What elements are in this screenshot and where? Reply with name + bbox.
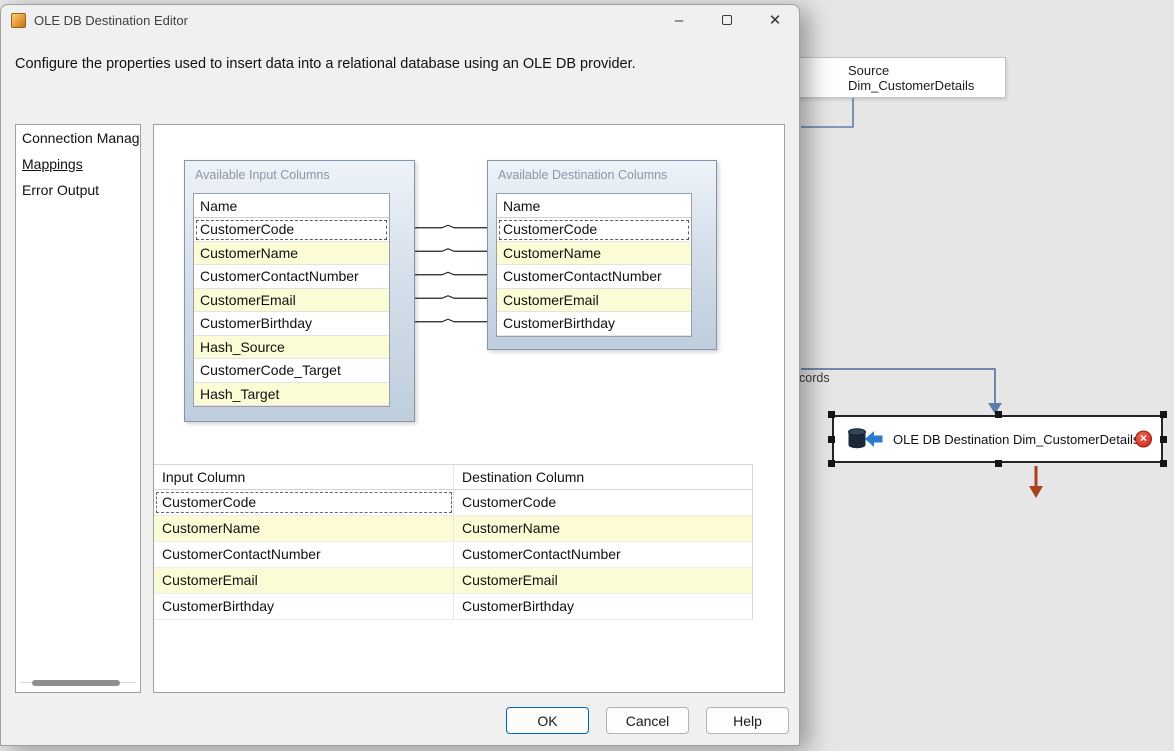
window-controls: – ✕ <box>655 5 799 35</box>
horizontal-scrollbar-thumb[interactable] <box>32 680 120 686</box>
mapping-input-cell[interactable]: CustomerContactNumber <box>154 542 454 567</box>
destination-columns-list: Name CustomerCode CustomerName CustomerC… <box>496 193 692 337</box>
input-column-row[interactable]: CustomerCode_Target <box>194 359 389 383</box>
path-annotation[interactable]: cords <box>799 371 830 385</box>
source-output-path[interactable] <box>801 98 853 127</box>
destination-column-row[interactable]: CustomerContactNumber <box>497 265 691 289</box>
destination-input-path[interactable] <box>801 369 995 404</box>
input-column-row[interactable]: CustomerBirthday <box>194 312 389 336</box>
mapping-row: CustomerEmail CustomerEmail <box>154 568 752 594</box>
input-column-row[interactable]: Hash_Target <box>194 383 389 407</box>
column-header-destination: Destination Column <box>454 465 752 489</box>
mapping-connector-line[interactable] <box>415 272 487 275</box>
mapping-row: CustomerBirthday CustomerBirthday <box>154 594 752 620</box>
source-component[interactable]: Source Dim_CustomerDetails <box>790 57 1006 98</box>
package-icon <box>11 13 26 28</box>
selection-handle[interactable] <box>1160 460 1167 467</box>
page-list: Connection Manage Mappings Error Output <box>15 124 141 693</box>
available-input-columns-title: Available Input Columns <box>185 161 414 182</box>
selection-handle[interactable] <box>995 411 1002 418</box>
destination-column-row[interactable]: CustomerBirthday <box>497 312 691 336</box>
error-icon-glyph: ✕ <box>1140 434 1148 445</box>
cancel-button[interactable]: Cancel <box>606 707 689 734</box>
destination-component[interactable]: OLE DB Destination Dim_CustomerDetails ✕ <box>832 415 1163 463</box>
ole-db-destination-editor-dialog: OLE DB Destination Editor – ✕ Configure … <box>0 4 800 746</box>
mapping-destination-cell[interactable]: CustomerEmail <box>454 568 752 593</box>
mapping-table: Input Column Destination Column Customer… <box>154 464 753 620</box>
mapping-destination-cell[interactable]: CustomerContactNumber <box>454 542 752 567</box>
input-column-row[interactable]: CustomerContactNumber <box>194 265 389 289</box>
mapping-connector-line[interactable] <box>415 319 487 322</box>
maximize-button[interactable] <box>703 5 751 35</box>
selection-handle[interactable] <box>828 411 835 418</box>
mapping-destination-cell[interactable]: CustomerBirthday <box>454 594 752 619</box>
available-destination-columns-title: Available Destination Columns <box>488 161 716 182</box>
mapping-row: CustomerName CustomerName <box>154 516 752 542</box>
mapping-connector-line[interactable] <box>415 296 487 299</box>
sidebar-item-error-output[interactable]: Error Output <box>16 177 140 203</box>
mapping-input-cell[interactable]: CustomerName <box>154 516 454 541</box>
destination-columns-list-header: Name <box>497 194 691 218</box>
selection-handle[interactable] <box>828 436 835 443</box>
selection-handle[interactable] <box>828 460 835 467</box>
close-button[interactable]: ✕ <box>751 5 799 35</box>
destination-column-row[interactable]: CustomerEmail <box>497 289 691 313</box>
input-column-row[interactable]: CustomerEmail <box>194 289 389 313</box>
error-output-arrowhead-icon <box>1029 486 1043 498</box>
mapping-row: CustomerCode CustomerCode <box>154 490 752 516</box>
input-column-row[interactable]: CustomerName <box>194 242 389 266</box>
destination-component-label: OLE DB Destination Dim_CustomerDetails <box>893 432 1139 447</box>
mapping-connector-line[interactable] <box>415 249 487 252</box>
minimize-icon: – <box>675 12 683 29</box>
mapping-connector-line[interactable] <box>415 225 487 228</box>
mapping-destination-cell[interactable]: CustomerName <box>454 516 752 541</box>
mappings-panel: Available Input Columns Name CustomerCod… <box>153 124 785 693</box>
mapping-input-cell[interactable]: CustomerBirthday <box>154 594 454 619</box>
minimize-button[interactable]: – <box>655 5 703 35</box>
input-column-row[interactable]: CustomerCode <box>194 218 389 242</box>
ok-button[interactable]: OK <box>506 707 589 734</box>
selection-handle[interactable] <box>1160 411 1167 418</box>
oledb-destination-icon <box>846 427 884 451</box>
input-columns-list: Name CustomerCode CustomerName CustomerC… <box>193 193 390 407</box>
mapping-input-cell[interactable]: CustomerEmail <box>154 568 454 593</box>
help-button[interactable]: Help <box>706 707 789 734</box>
mapping-row: CustomerContactNumber CustomerContactNum… <box>154 542 752 568</box>
error-icon[interactable]: ✕ <box>1135 431 1152 448</box>
column-header-input: Input Column <box>154 465 454 489</box>
mapping-input-cell[interactable]: CustomerCode <box>154 490 454 515</box>
dialog-description: Configure the properties used to insert … <box>15 56 636 72</box>
input-column-row[interactable]: Hash_Source <box>194 336 389 360</box>
mapping-table-header-row: Input Column Destination Column <box>154 465 752 490</box>
maximize-icon <box>722 15 732 25</box>
dialog-titlebar[interactable]: OLE DB Destination Editor – ✕ <box>1 5 799 35</box>
selection-handle[interactable] <box>995 460 1002 467</box>
sidebar-item-connection-manager[interactable]: Connection Manage <box>16 125 140 151</box>
input-columns-list-header: Name <box>194 194 389 218</box>
mapping-connectors <box>415 125 487 375</box>
close-icon: ✕ <box>769 11 782 29</box>
source-component-label: Source Dim_CustomerDetails <box>848 63 1005 93</box>
sidebar-item-mappings[interactable]: Mappings <box>16 151 140 177</box>
selection-handle[interactable] <box>1160 436 1167 443</box>
available-input-columns-box: Available Input Columns Name CustomerCod… <box>184 160 415 422</box>
destination-column-row[interactable]: CustomerName <box>497 242 691 266</box>
dialog-title: OLE DB Destination Editor <box>34 13 188 28</box>
mapping-destination-cell[interactable]: CustomerCode <box>454 490 752 515</box>
destination-column-row[interactable]: CustomerCode <box>497 218 691 242</box>
available-destination-columns-box: Available Destination Columns Name Custo… <box>487 160 717 350</box>
